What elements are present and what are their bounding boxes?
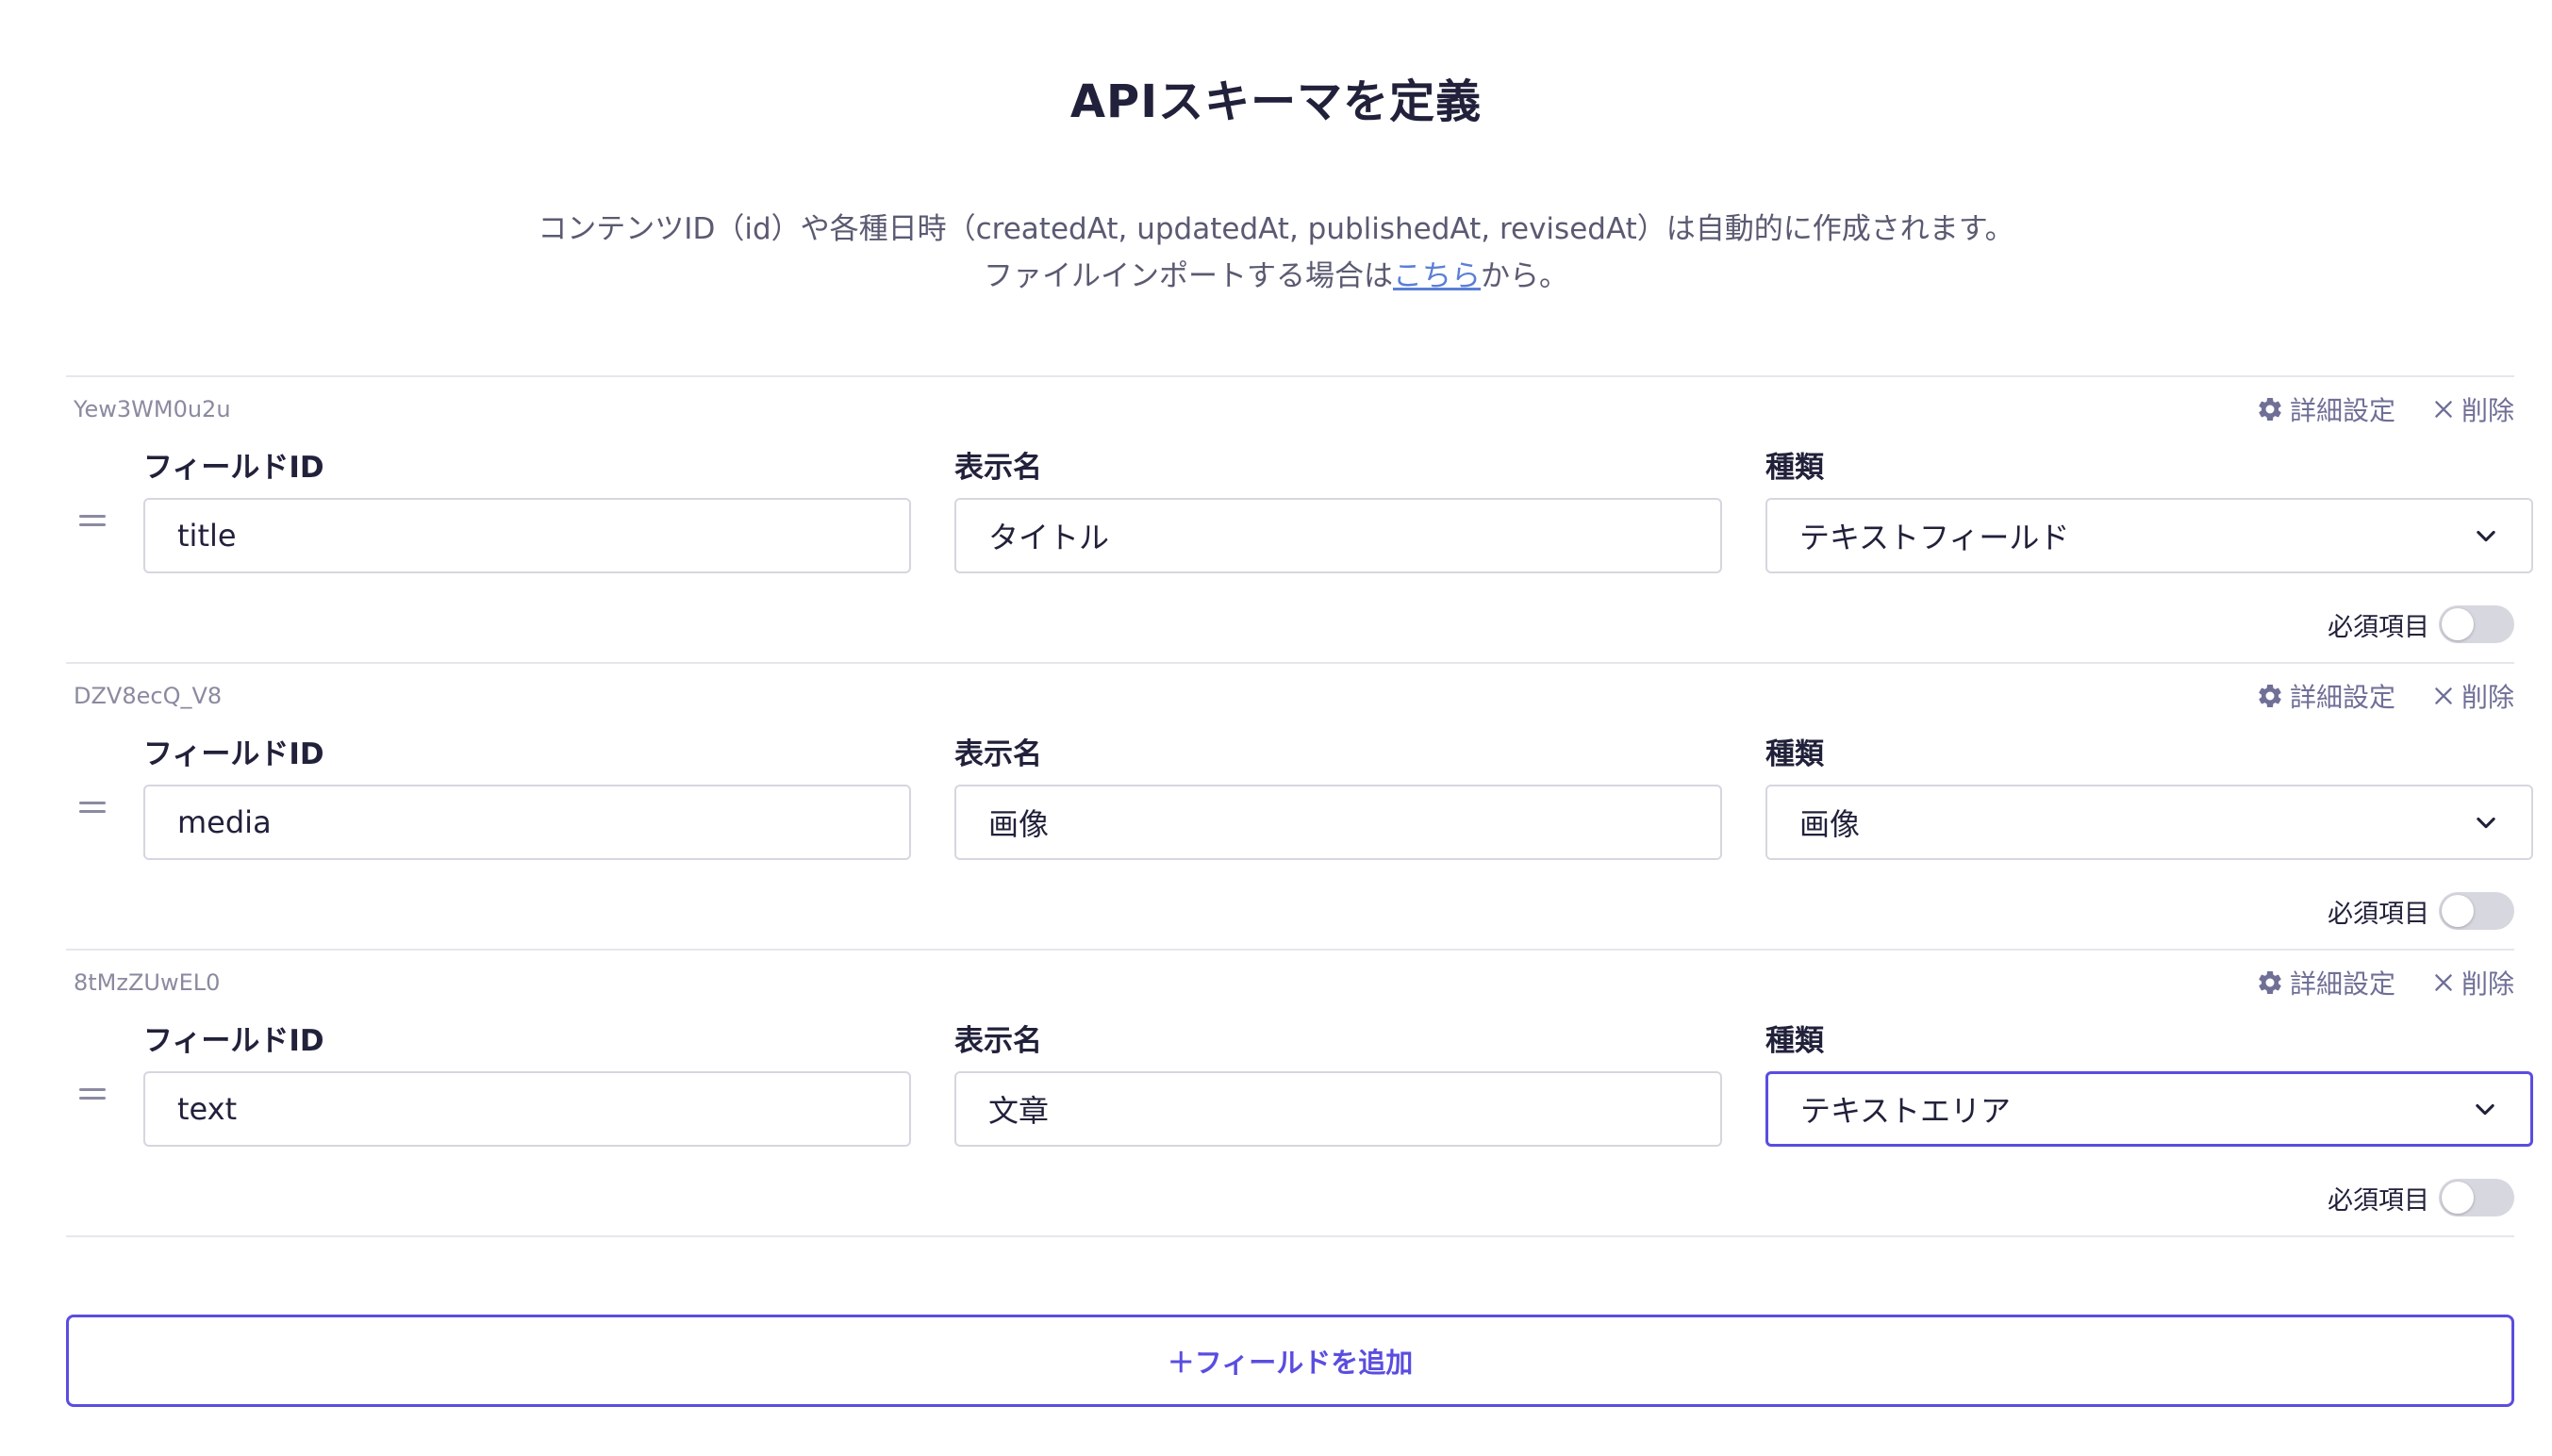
settings-label: 詳細設定 bbox=[2289, 395, 2395, 426]
field-row: DZV8ecQ_V8 詳細設定 削除 フィールドID 表示名 種類 画像 必須項… bbox=[66, 664, 2533, 947]
field-actions: 詳細設定 削除 bbox=[2256, 677, 2514, 715]
divider bbox=[66, 1235, 2514, 1237]
required-row: 必須項目 bbox=[2328, 892, 2514, 930]
drag-handle-icon[interactable] bbox=[79, 515, 106, 528]
drag-handle-icon[interactable] bbox=[79, 1088, 106, 1101]
field-id-label: フィールドID bbox=[143, 451, 324, 485]
delete-button[interactable]: 削除 bbox=[2431, 964, 2514, 1001]
chevron-down-icon bbox=[2477, 817, 2495, 829]
field-id-input[interactable] bbox=[143, 498, 911, 573]
delete-button[interactable]: 削除 bbox=[2431, 390, 2514, 428]
gear-icon bbox=[2259, 971, 2281, 994]
settings-button[interactable]: 詳細設定 bbox=[2256, 964, 2395, 1001]
field-id-input[interactable] bbox=[143, 1071, 911, 1147]
type-label: 種類 bbox=[1765, 737, 1824, 771]
field-uid: 8tMzZUwEL0 bbox=[74, 969, 221, 996]
display-name-label: 表示名 bbox=[954, 451, 1042, 485]
field-row: 8tMzZUwEL0 詳細設定 削除 フィールドID 表示名 種類 テキストエリ… bbox=[66, 951, 2533, 1233]
settings-button[interactable]: 詳細設定 bbox=[2256, 677, 2395, 715]
display-name-label: 表示名 bbox=[954, 1024, 1042, 1058]
type-label: 種類 bbox=[1765, 1024, 1824, 1058]
close-icon bbox=[2435, 974, 2452, 991]
page-title: APIスキーマを定義 bbox=[1069, 75, 1483, 128]
import-link[interactable]: こちら bbox=[1393, 259, 1481, 293]
settings-label: 詳細設定 bbox=[2289, 968, 2395, 1000]
field-uid: DZV8ecQ_V8 bbox=[74, 683, 223, 709]
settings-label: 詳細設定 bbox=[2289, 682, 2395, 713]
field-id-label: フィールドID bbox=[143, 737, 324, 771]
close-icon bbox=[2435, 687, 2452, 704]
required-row: 必須項目 bbox=[2328, 605, 2514, 643]
add-field-button[interactable]: ＋フィールドを追加 bbox=[66, 1315, 2514, 1407]
page-description: コンテンツID（id）や各種日時（createdAt, updatedAt, p… bbox=[0, 206, 2552, 300]
description-text-after: から。 bbox=[1481, 259, 1568, 293]
field-actions: 詳細設定 削除 bbox=[2256, 390, 2514, 428]
description-text-before: ファイルインポートする場合は bbox=[984, 259, 1393, 293]
type-select[interactable]: 画像 bbox=[1765, 785, 2533, 860]
type-select[interactable]: テキストフィールド bbox=[1765, 498, 2533, 573]
chevron-down-icon bbox=[2477, 530, 2495, 542]
required-label: 必須項目 bbox=[2328, 612, 2429, 642]
field-actions: 詳細設定 削除 bbox=[2256, 964, 2514, 1001]
required-label: 必須項目 bbox=[2328, 1185, 2429, 1216]
description-line-1: コンテンツID（id）や各種日時（createdAt, updatedAt, p… bbox=[538, 212, 2014, 246]
drag-handle-icon[interactable] bbox=[79, 802, 106, 815]
field-id-label: フィールドID bbox=[143, 1024, 324, 1058]
type-select-value: 画像 bbox=[1799, 806, 1861, 842]
required-row: 必須項目 bbox=[2328, 1179, 2514, 1216]
delete-label: 削除 bbox=[2461, 682, 2514, 713]
delete-label: 削除 bbox=[2461, 968, 2514, 1000]
settings-button[interactable]: 詳細設定 bbox=[2256, 390, 2395, 428]
gear-icon bbox=[2259, 397, 2281, 421]
type-select[interactable]: テキストエリア bbox=[1765, 1071, 2533, 1147]
display-name-input[interactable] bbox=[954, 498, 1722, 573]
required-label: 必須項目 bbox=[2328, 899, 2429, 929]
required-toggle[interactable] bbox=[2439, 892, 2514, 930]
chevron-down-icon bbox=[2476, 1103, 2494, 1116]
type-select-value: テキストフィールド bbox=[1799, 520, 2070, 555]
field-row: Yew3WM0u2u 詳細設定 削除 フィールドID 表示名 種類 テキストフィ… bbox=[66, 377, 2533, 660]
field-id-input[interactable] bbox=[143, 785, 911, 860]
field-uid: Yew3WM0u2u bbox=[74, 396, 231, 422]
display-name-input[interactable] bbox=[954, 785, 1722, 860]
display-name-label: 表示名 bbox=[954, 737, 1042, 771]
type-label: 種類 bbox=[1765, 451, 1824, 485]
close-icon bbox=[2435, 401, 2452, 418]
required-toggle[interactable] bbox=[2439, 605, 2514, 643]
delete-label: 削除 bbox=[2461, 395, 2514, 426]
type-select-value: テキストエリア bbox=[1800, 1093, 2012, 1129]
gear-icon bbox=[2259, 684, 2281, 707]
display-name-input[interactable] bbox=[954, 1071, 1722, 1147]
delete-button[interactable]: 削除 bbox=[2431, 677, 2514, 715]
description-line-2: ファイルインポートする場合はこちらから。 bbox=[0, 253, 2552, 300]
required-toggle[interactable] bbox=[2439, 1179, 2514, 1216]
